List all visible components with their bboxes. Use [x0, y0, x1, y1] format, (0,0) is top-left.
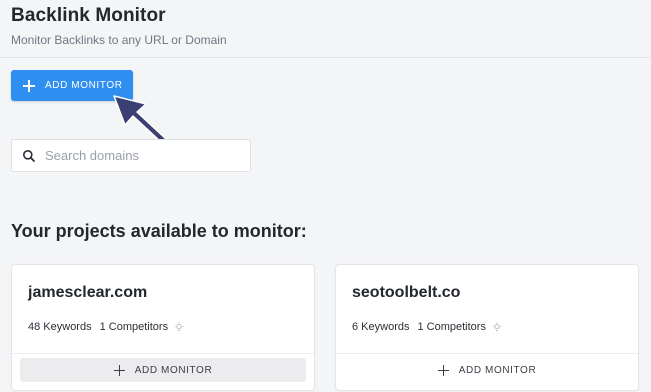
project-competitors: 1 Competitors [417, 321, 486, 333]
card-add-monitor-label: ADD MONITOR [134, 364, 213, 376]
project-keywords: 6 Keywords [352, 321, 410, 333]
card-add-monitor-button[interactable]: ADD MONITOR [344, 358, 630, 382]
search-input[interactable] [45, 148, 235, 163]
project-domain: seotoolbelt.co [352, 284, 461, 301]
search-box[interactable] [11, 139, 251, 172]
page-title: Backlink Monitor [11, 5, 166, 26]
projects-section-title: Your projects available to monitor: [11, 221, 307, 241]
plus-icon [23, 79, 35, 92]
card-add-monitor-button[interactable]: ADD MONITOR [20, 358, 306, 382]
page-header: Backlink Monitor Monitor Backlinks to an… [0, 0, 651, 58]
add-monitor-label: ADD MONITOR [45, 80, 123, 91]
project-domain: jamesclear.com [28, 284, 148, 301]
card-divider [336, 353, 638, 354]
lightbulb-icon[interactable] [174, 321, 184, 333]
card-add-monitor-label: ADD MONITOR [458, 364, 537, 376]
project-card: seotoolbelt.co 6 Keywords 1 Competitors … [335, 264, 639, 391]
project-keywords: 48 Keywords [28, 321, 92, 333]
project-stats: 6 Keywords 1 Competitors [352, 321, 502, 333]
plus-icon [437, 364, 449, 376]
page-subtitle: Monitor Backlinks to any URL or Domain [11, 33, 227, 47]
lightbulb-icon[interactable] [492, 321, 502, 333]
card-divider [12, 353, 314, 354]
project-competitors: 1 Competitors [99, 321, 169, 333]
project-stats: 48 Keywords 1 Competitors [28, 321, 184, 333]
project-card: jamesclear.com 48 Keywords 1 Competitors… [11, 264, 315, 391]
search-icon [23, 149, 35, 162]
plus-icon [113, 364, 125, 376]
